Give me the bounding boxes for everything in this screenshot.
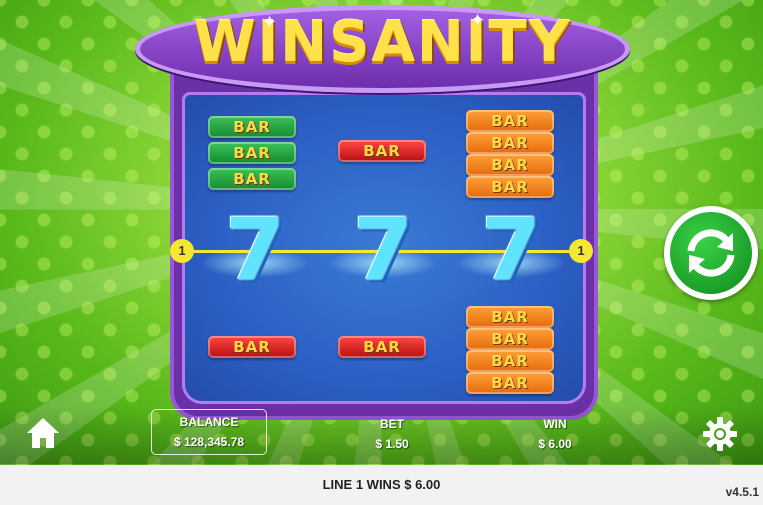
seven-symbol: 7 — [353, 200, 413, 300]
bar-symbol: BAR — [208, 142, 296, 164]
bet-value[interactable]: $ 1.50 — [352, 437, 432, 451]
bar-symbol: BAR — [466, 132, 554, 154]
bar-symbol: BAR — [208, 168, 296, 190]
bar-symbol: BAR — [466, 154, 554, 176]
sparkle-icon: ✦ — [262, 12, 278, 32]
bar-symbol: BAR — [466, 306, 554, 328]
home-icon[interactable] — [26, 416, 60, 450]
payline-badge-right[interactable]: 1 — [569, 239, 593, 263]
info-bar — [0, 406, 763, 464]
bar-symbol: BAR — [466, 328, 554, 350]
win-message: LINE 1 WINS $ 6.00 — [322, 477, 441, 492]
bar-symbol: BAR — [338, 336, 426, 358]
payline-badge-left[interactable]: 1 — [170, 239, 194, 263]
spin-arrows-icon — [687, 229, 735, 277]
bar-symbol: BAR — [208, 116, 296, 138]
gear-icon[interactable] — [702, 416, 738, 452]
bet-label: BET — [380, 417, 404, 431]
bar-symbol: BAR — [208, 336, 296, 358]
bar-symbol: BAR — [338, 140, 426, 162]
seven-symbol: 7 — [225, 200, 285, 300]
bar-symbol: BAR — [466, 350, 554, 372]
bar-symbol: BAR — [466, 176, 554, 198]
seven-symbol: 7 — [481, 200, 541, 300]
sparkle-icon: ✦ — [470, 10, 486, 30]
spin-button[interactable] — [664, 206, 758, 300]
game-logo: WINSANITY — [193, 10, 572, 75]
balance-label: BALANCE — [179, 415, 239, 429]
version-label: v4.5.1 — [725, 485, 759, 499]
win-value: $ 6.00 — [538, 437, 572, 451]
balance-value: $ 128,345.78 — [173, 435, 245, 449]
bar-symbol: BAR — [466, 372, 554, 394]
win-label: WIN — [543, 417, 567, 431]
bar-symbol: BAR — [466, 110, 554, 132]
